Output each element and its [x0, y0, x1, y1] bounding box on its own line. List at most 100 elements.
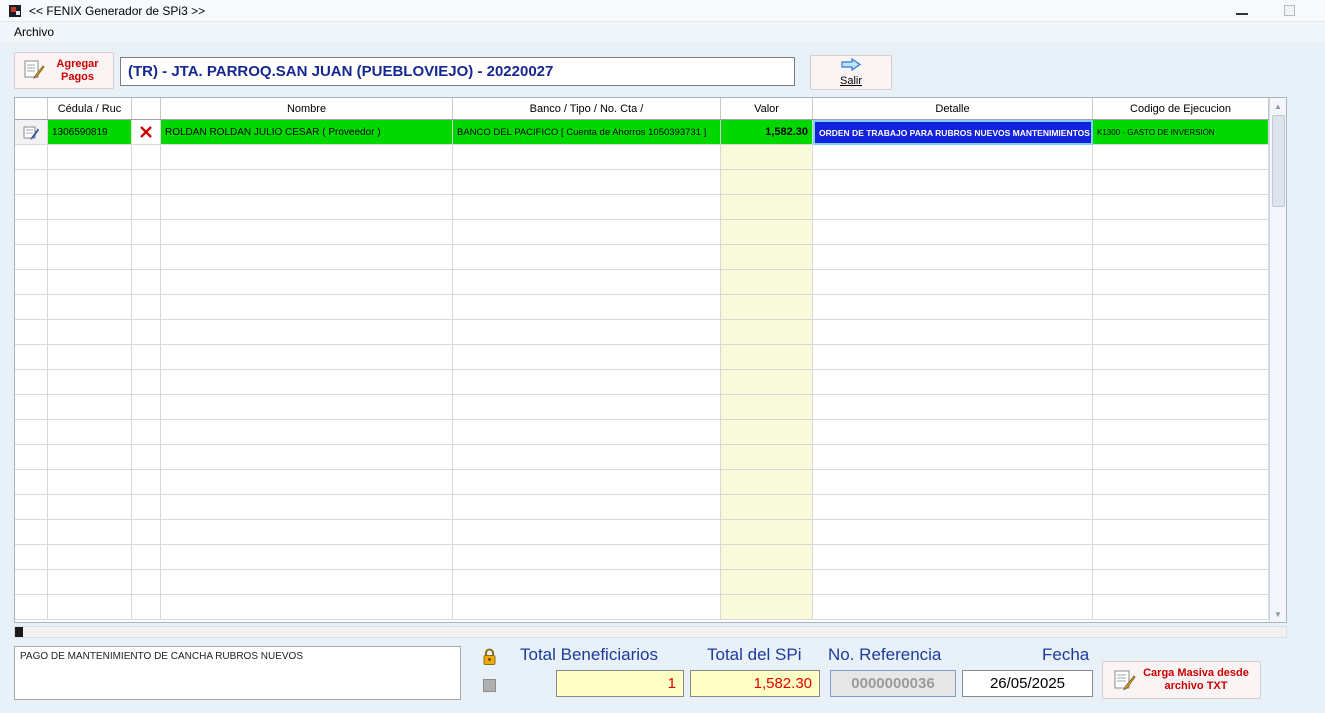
payment-description-textarea[interactable]: PAGO DE MANTENIMIENTO DE CANCHA RUBROS N…	[14, 646, 461, 700]
cell-codigo	[1093, 220, 1269, 245]
cell-codigo	[1093, 270, 1269, 295]
entidad-header-field[interactable]	[120, 57, 795, 86]
window-controls	[1236, 5, 1317, 16]
cell-banco	[453, 545, 721, 570]
cell-valor	[721, 520, 813, 545]
cell-cedula	[48, 395, 132, 420]
cell-valor	[721, 445, 813, 470]
cell-delete	[132, 195, 161, 220]
cell-banco	[453, 595, 721, 620]
maximize-button[interactable]	[1284, 5, 1295, 16]
edit-row-icon[interactable]	[15, 120, 48, 145]
cell-banco	[453, 520, 721, 545]
cell-delete	[132, 245, 161, 270]
cell-codigo	[1093, 395, 1269, 420]
cell-valor	[721, 395, 813, 420]
empty-grid-row	[15, 220, 1269, 245]
cell-codigo	[1093, 520, 1269, 545]
horizontal-scrollbar[interactable]	[14, 626, 1287, 638]
scroll-up-icon[interactable]: ▲	[1270, 98, 1286, 114]
empty-grid-row	[15, 295, 1269, 320]
cell-delete	[132, 370, 161, 395]
cell-cedula	[48, 295, 132, 320]
cell-detalle	[813, 395, 1093, 420]
cell-banco	[453, 470, 721, 495]
cell-nombre	[161, 370, 453, 395]
cell-codigo	[1093, 245, 1269, 270]
cell-delete	[132, 320, 161, 345]
cell-delete	[132, 295, 161, 320]
vertical-scroll-thumb[interactable]	[1272, 115, 1285, 207]
cell-delete	[132, 395, 161, 420]
window-title: << FENIX Generador de SPi3 >>	[29, 4, 205, 18]
cell-valor	[721, 145, 813, 170]
cell-icon	[15, 570, 48, 595]
column-header-codigo: Codigo de Ejecucion	[1093, 98, 1269, 119]
cell-cedula	[48, 245, 132, 270]
menu-archivo[interactable]: Archivo	[10, 23, 58, 41]
total-beneficiarios-label: Total Beneficiarios	[520, 645, 658, 665]
cell-banco	[453, 370, 721, 395]
cell-icon	[15, 595, 48, 620]
exit-arrow-icon	[840, 58, 862, 74]
cell-delete	[132, 345, 161, 370]
cell-icon	[15, 370, 48, 395]
cell-cedula	[48, 170, 132, 195]
delete-row-icon[interactable]	[132, 120, 161, 145]
carga-masiva-button[interactable]: Carga Masiva desde archivo TXT	[1102, 661, 1261, 699]
cell-cedula	[48, 595, 132, 620]
cell-banco	[453, 395, 721, 420]
cell-codigo	[1093, 420, 1269, 445]
empty-grid-row	[15, 570, 1269, 595]
cell-detalle	[813, 295, 1093, 320]
cell-banco	[453, 270, 721, 295]
salir-button[interactable]: Salir	[810, 55, 892, 90]
column-header-banco: Banco / Tipo / No. Cta /	[453, 98, 721, 119]
cell-codigo: K1300 - GASTO DE INVERSIÓN	[1093, 120, 1269, 145]
cell-nombre	[161, 145, 453, 170]
cell-detalle[interactable]: ORDEN DE TRABAJO PARA RUBROS NUEVOS MANT…	[813, 120, 1093, 145]
cell-icon	[15, 520, 48, 545]
cell-nombre	[161, 245, 453, 270]
cell-valor	[721, 170, 813, 195]
no-referencia-value: 0000000036	[830, 670, 956, 697]
cell-delete	[132, 545, 161, 570]
cell-detalle	[813, 320, 1093, 345]
cell-cedula	[48, 320, 132, 345]
cell-icon	[15, 295, 48, 320]
cell-nombre	[161, 195, 453, 220]
agregar-pagos-button[interactable]: Agregar Pagos	[14, 52, 114, 89]
cell-cedula: 1306590819	[48, 120, 132, 145]
cell-nombre	[161, 270, 453, 295]
status-square	[483, 679, 496, 692]
cell-valor	[721, 295, 813, 320]
cell-delete	[132, 595, 161, 620]
cell-valor	[721, 320, 813, 345]
cell-cedula	[48, 145, 132, 170]
cell-banco	[453, 570, 721, 595]
cell-detalle	[813, 345, 1093, 370]
horizontal-scroll-thumb[interactable]	[15, 627, 23, 637]
cell-valor	[721, 545, 813, 570]
cell-delete	[132, 145, 161, 170]
empty-grid-row	[15, 245, 1269, 270]
vertical-scrollbar[interactable]: ▲ ▼	[1269, 98, 1286, 622]
cell-cedula	[48, 345, 132, 370]
cell-cedula	[48, 270, 132, 295]
cell-cedula	[48, 545, 132, 570]
fecha-value[interactable]: 26/05/2025	[962, 670, 1093, 697]
cell-banco	[453, 245, 721, 270]
cell-cedula	[48, 420, 132, 445]
cell-delete	[132, 420, 161, 445]
cell-delete	[132, 570, 161, 595]
cell-codigo	[1093, 145, 1269, 170]
cell-valor	[721, 470, 813, 495]
cell-nombre	[161, 420, 453, 445]
payments-grid: Cédula / RucNombreBanco / Tipo / No. Cta…	[14, 97, 1287, 623]
cell-banco	[453, 320, 721, 345]
cell-icon	[15, 245, 48, 270]
minimize-button[interactable]	[1236, 7, 1248, 15]
scroll-down-icon[interactable]: ▼	[1270, 606, 1286, 622]
cell-cedula	[48, 370, 132, 395]
cell-cedula	[48, 445, 132, 470]
